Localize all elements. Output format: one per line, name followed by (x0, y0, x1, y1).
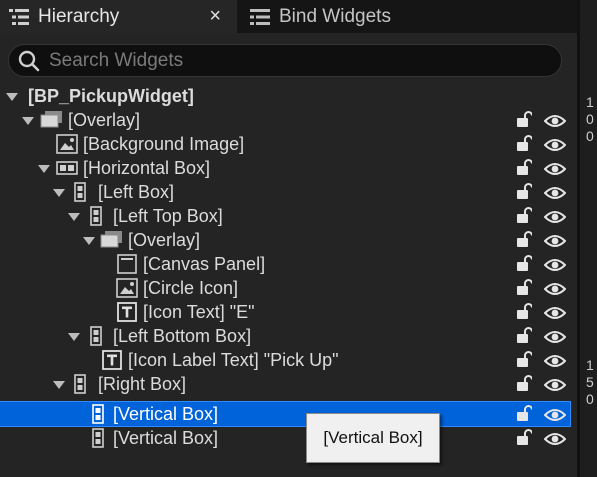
visibility-eye-icon[interactable] (543, 112, 567, 133)
tree-row-overlay[interactable]: [Overlay] (0, 108, 570, 132)
lock-icon[interactable] (516, 183, 533, 205)
tree-row-label: [Overlay] (128, 229, 201, 250)
tree-row-overlay-inner[interactable]: [Overlay] (0, 228, 570, 252)
tree-row-left-bottom-box[interactable]: [Left Bottom Box] (0, 324, 570, 348)
lock-icon[interactable] (516, 255, 533, 277)
lock-icon[interactable] (516, 111, 533, 133)
tree-row-label: [Overlay] (68, 109, 141, 130)
strip-digit: 1 (586, 94, 594, 110)
splitter[interactable] (577, 0, 580, 477)
tree-row-circle-icon[interactable]: [Circle Icon] (0, 276, 570, 300)
tree-row-vertical-box-selected[interactable]: [Vertical Box] (0, 401, 571, 427)
tab-bind-widgets-label: Bind Widgets (279, 5, 391, 27)
tree-row-canvas-panel[interactable]: [Canvas Panel] (0, 252, 570, 276)
lock-icon[interactable] (516, 375, 533, 397)
close-icon[interactable]: × (209, 5, 221, 28)
tree-row-left-top-box[interactable]: [Left Top Box] (0, 204, 570, 228)
visibility-eye-icon[interactable] (543, 430, 567, 451)
tree-row-label: [Left Box] (98, 181, 175, 202)
lock-icon[interactable] (516, 303, 533, 325)
visibility-eye-icon[interactable] (543, 184, 567, 205)
bind-widgets-icon (250, 8, 270, 26)
vertical-box-icon (90, 206, 102, 226)
visibility-eye-icon[interactable] (543, 232, 567, 253)
strip-digit: 0 (586, 128, 594, 144)
lock-icon[interactable] (516, 279, 533, 301)
tree-row-label: [Right Box] (98, 373, 187, 394)
image-icon (56, 134, 78, 154)
text-icon (117, 302, 137, 322)
vertical-box-icon (92, 404, 104, 424)
tree-row-label: [Horizontal Box] (83, 157, 211, 178)
visibility-eye-icon[interactable] (543, 406, 567, 427)
tree-row-bp-pickupwidget[interactable]: [BP_PickupWidget] (0, 84, 570, 108)
lock-icon[interactable] (516, 231, 533, 253)
tree-row-label: [Icon Label Text] "Pick Up" (128, 349, 339, 370)
tree-row-label: [Background Image] (83, 133, 245, 154)
expand-arrow-icon[interactable] (6, 93, 18, 101)
tree-row-label: [BP_PickupWidget] (28, 85, 194, 106)
canvas-panel-icon (117, 254, 137, 274)
tree-row-icon-label-text[interactable]: [Icon Label Text] "Pick Up" (0, 348, 570, 372)
strip-digit: 5 (586, 374, 594, 390)
visibility-eye-icon[interactable] (543, 256, 567, 277)
tree-row-icon-text[interactable]: [Icon Text] "E" (0, 300, 570, 324)
tooltip: [Vertical Box] (306, 413, 440, 463)
tab-bind-widgets[interactable]: Bind Widgets (241, 0, 577, 33)
image-icon (116, 278, 138, 298)
lock-icon[interactable] (516, 159, 533, 181)
visibility-eye-icon[interactable] (543, 160, 567, 181)
vertical-box-icon (92, 428, 104, 448)
visibility-eye-icon[interactable] (543, 208, 567, 229)
tree-row-left-box[interactable]: [Left Box] (0, 180, 570, 204)
lock-icon[interactable] (516, 405, 533, 427)
overlay-icon (100, 231, 124, 249)
expand-arrow-icon[interactable] (38, 165, 50, 173)
search-input[interactable] (47, 48, 531, 73)
expand-arrow-icon[interactable] (83, 237, 95, 245)
tree-row-background-image[interactable]: [Background Image] (0, 132, 570, 156)
strip-digit: 0 (586, 111, 594, 127)
tree-row-label: [Vertical Box] (113, 403, 219, 424)
visibility-eye-icon[interactable] (543, 328, 567, 349)
search-box (8, 44, 562, 77)
lock-icon[interactable] (516, 327, 533, 349)
tree-row-horizontal-box[interactable]: [Horizontal Box] (0, 156, 570, 180)
hierarchy-icon (9, 8, 29, 26)
tab-bar: Hierarchy × Bind Widgets (0, 0, 577, 33)
visibility-eye-icon[interactable] (543, 376, 567, 397)
vertical-box-icon (90, 326, 102, 346)
visibility-eye-icon[interactable] (543, 352, 567, 373)
tree-row-label: [Icon Text] "E" (143, 301, 255, 322)
strip-digit: 0 (586, 391, 594, 407)
expand-arrow-icon[interactable] (68, 333, 80, 341)
lock-icon[interactable] (516, 135, 533, 157)
expand-arrow-icon[interactable] (53, 381, 65, 389)
visibility-eye-icon[interactable] (543, 304, 567, 325)
tree-row-label: [Left Top Box] (113, 205, 223, 226)
tree-row-label: [Vertical Box] (113, 427, 219, 448)
expand-arrow-icon[interactable] (68, 213, 80, 221)
tree-row-vertical-box[interactable]: [Vertical Box] (0, 426, 570, 450)
tree-row-label: [Circle Icon] (143, 277, 239, 298)
expand-arrow-icon[interactable] (53, 189, 65, 197)
vertical-box-icon (74, 182, 86, 202)
lock-icon[interactable] (516, 207, 533, 229)
strip-digit: 1 (586, 357, 594, 373)
visibility-eye-icon[interactable] (543, 280, 567, 301)
tree-row-label: [Canvas Panel] (143, 253, 266, 274)
overlay-icon (40, 111, 64, 129)
vertical-box-icon (74, 374, 86, 394)
lock-icon[interactable] (516, 351, 533, 373)
expand-arrow-icon[interactable] (22, 117, 34, 125)
text-icon (102, 350, 122, 370)
lock-icon[interactable] (516, 429, 533, 451)
visibility-eye-icon[interactable] (543, 136, 567, 157)
tab-hierarchy-label: Hierarchy (38, 5, 120, 27)
tree-row-right-box[interactable]: [Right Box] (0, 372, 570, 396)
horizontal-box-icon (56, 161, 78, 175)
tree-row-label: [Left Bottom Box] (113, 325, 252, 346)
search-icon (17, 49, 41, 73)
tab-hierarchy[interactable]: Hierarchy × (0, 0, 237, 33)
